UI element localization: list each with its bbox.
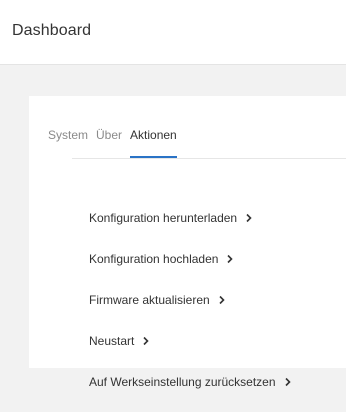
action-label: Auf Werkseinstellung zurücksetzen (89, 374, 276, 389)
chevron-right-icon (244, 213, 254, 223)
action-upload-config[interactable]: Konfiguration hochladen (89, 248, 339, 269)
action-label: Konfiguration herunterladen (89, 210, 238, 225)
action-download-config[interactable]: Konfiguration herunterladen (89, 207, 339, 228)
action-label: Firmware aktualisieren (89, 292, 210, 307)
chevron-right-icon (283, 377, 293, 387)
action-restart[interactable]: Neustart (89, 330, 339, 351)
action-update-firmware[interactable]: Firmware aktualisieren (89, 289, 339, 310)
action-factory-reset[interactable]: Auf Werkseinstellung zurücksetzen (89, 371, 339, 392)
chevron-right-icon (217, 295, 227, 305)
tab-ueber[interactable]: Über (96, 128, 122, 158)
chevron-right-icon (141, 336, 151, 346)
tabs-divider (72, 158, 346, 159)
chevron-right-icon (225, 254, 235, 264)
action-label: Konfiguration hochladen (89, 251, 219, 266)
tab-aktionen[interactable]: Aktionen (130, 128, 177, 158)
tab-bar: System Über Aktionen (48, 128, 185, 158)
tab-system[interactable]: System (48, 128, 88, 158)
app-header: Dashboard (0, 0, 346, 65)
actions-list: Konfiguration herunterladen Konfiguratio… (89, 207, 339, 412)
action-label: Neustart (89, 333, 135, 348)
page-title: Dashboard (12, 22, 92, 39)
